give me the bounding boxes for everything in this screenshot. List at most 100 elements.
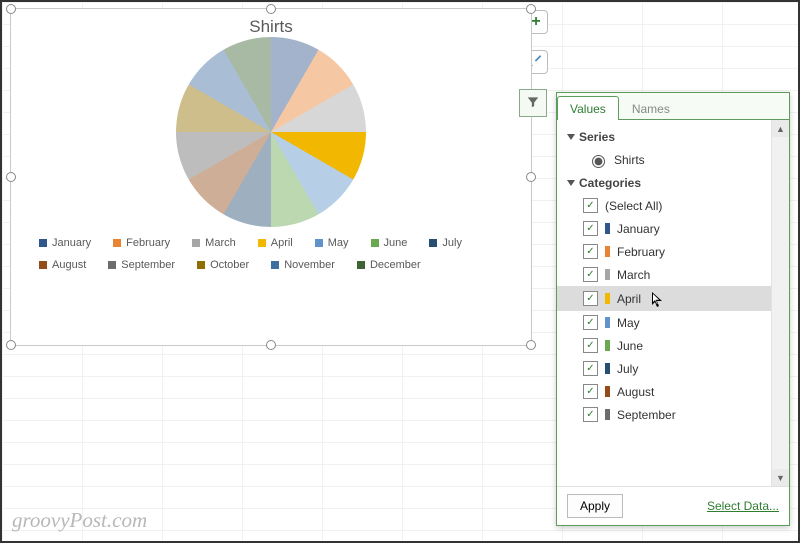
chart-legend[interactable]: January February March April May June July Augu… xyxy=(11,227,531,271)
legend-swatch xyxy=(108,261,116,269)
selection-handle[interactable] xyxy=(526,340,536,350)
legend-item[interactable]: April xyxy=(258,237,293,249)
filter-body: Series Shirts Categories ✓ (Select All) … xyxy=(557,120,789,486)
scroll-down-button[interactable]: ▼ xyxy=(772,469,789,486)
checkbox-icon[interactable]: ✓ xyxy=(583,315,598,330)
series-group-header[interactable]: Series xyxy=(557,126,772,148)
scrollbar[interactable]: ▲ ▼ xyxy=(771,120,789,486)
legend-label: February xyxy=(126,237,170,249)
legend-label: November xyxy=(284,259,335,271)
legend-swatch xyxy=(429,239,437,247)
category-swatch xyxy=(605,246,610,257)
selection-handle[interactable] xyxy=(526,172,536,182)
series-label: Series xyxy=(579,130,615,144)
series-option-shirts[interactable]: Shirts xyxy=(557,148,772,172)
selection-handle[interactable] xyxy=(526,4,536,14)
funnel-icon xyxy=(526,95,540,112)
category-swatch xyxy=(605,269,610,280)
category-item[interactable]: ✓ February xyxy=(557,240,772,263)
select-data-link[interactable]: Select Data... xyxy=(707,499,779,513)
selection-handle[interactable] xyxy=(266,4,276,14)
category-label: May xyxy=(617,316,640,330)
checkbox-icon[interactable]: ✓ xyxy=(583,338,598,353)
filter-footer: Apply Select Data... xyxy=(557,486,789,525)
chart-title[interactable]: Shirts xyxy=(11,17,531,37)
legend-swatch xyxy=(39,239,47,247)
categories-group-header[interactable]: Categories xyxy=(557,172,772,194)
legend-swatch xyxy=(192,239,200,247)
checkbox-icon[interactable]: ✓ xyxy=(583,244,598,259)
chevron-down-icon xyxy=(567,180,575,186)
category-item[interactable]: ✓June xyxy=(557,334,772,357)
scroll-up-button[interactable]: ▲ xyxy=(772,120,789,137)
category-label: February xyxy=(617,245,665,259)
legend-item[interactable]: September xyxy=(108,259,175,271)
category-item[interactable]: ✓ January xyxy=(557,217,772,240)
checkbox-icon[interactable]: ✓ xyxy=(583,361,598,376)
legend-item[interactable]: November xyxy=(271,259,335,271)
filter-tabs: Values Names xyxy=(557,93,789,120)
legend-swatch xyxy=(271,261,279,269)
category-item[interactable]: ✓ May xyxy=(557,311,772,334)
tab-values[interactable]: Values xyxy=(557,96,619,120)
checkbox-icon[interactable]: ✓ xyxy=(583,221,598,236)
selection-handle[interactable] xyxy=(266,340,276,350)
checkbox-icon[interactable]: ✓ xyxy=(583,198,598,213)
category-swatch xyxy=(605,340,610,351)
category-swatch xyxy=(605,363,610,374)
legend-label: June xyxy=(384,237,408,249)
pie-chart-object[interactable]: Shirts JanuaryFebruaryMarchAprilMayJuneJ… xyxy=(10,8,532,346)
chart-filter-panel: Values Names Series Shirts Categories ✓ … xyxy=(556,92,790,526)
category-item[interactable]: ✓March xyxy=(557,263,772,286)
legend-label: July xyxy=(442,237,462,249)
legend-item[interactable]: January xyxy=(39,237,91,249)
legend-item[interactable]: March xyxy=(192,237,236,249)
category-label: July xyxy=(617,362,638,376)
legend-item[interactable]: May xyxy=(315,237,349,249)
category-item[interactable]: ✓April xyxy=(557,286,772,311)
legend-item[interactable]: June xyxy=(371,237,408,249)
chart-filter-button[interactable] xyxy=(519,89,547,117)
legend-label: October xyxy=(210,259,249,271)
checkbox-icon[interactable]: ✓ xyxy=(583,407,598,422)
app-window: + Shirts January February March April May Jun… xyxy=(0,0,800,543)
legend-swatch xyxy=(197,261,205,269)
category-swatch xyxy=(605,386,610,397)
selection-handle[interactable] xyxy=(6,4,16,14)
legend-label: January xyxy=(52,237,91,249)
checkbox-icon[interactable]: ✓ xyxy=(583,267,598,282)
checkbox-icon[interactable]: ✓ xyxy=(583,384,598,399)
legend-label: December xyxy=(370,259,421,271)
pie-chart[interactable] xyxy=(176,37,366,227)
category-item[interactable]: ✓September xyxy=(557,403,772,426)
category-select-all[interactable]: ✓ (Select All) xyxy=(557,194,772,217)
legend-item[interactable]: October xyxy=(197,259,249,271)
legend-item[interactable]: February xyxy=(113,237,170,249)
category-item[interactable]: ✓ August xyxy=(557,380,772,403)
legend-item[interactable]: July xyxy=(429,237,462,249)
plus-icon: + xyxy=(531,13,540,31)
category-label: August xyxy=(617,385,654,399)
apply-button[interactable]: Apply xyxy=(567,494,623,518)
category-item[interactable]: ✓ July xyxy=(557,357,772,380)
legend-swatch xyxy=(357,261,365,269)
selection-handle[interactable] xyxy=(6,172,16,182)
legend-label: March xyxy=(205,237,236,249)
legend-label: May xyxy=(328,237,349,249)
category-swatch xyxy=(605,293,610,304)
watermark: groovyPost.com xyxy=(12,508,147,533)
series-option-label: Shirts xyxy=(614,153,645,167)
legend-item[interactable]: August xyxy=(39,259,86,271)
selection-handle[interactable] xyxy=(6,340,16,350)
tab-names[interactable]: Names xyxy=(619,96,683,120)
category-swatch xyxy=(605,223,610,234)
legend-swatch xyxy=(113,239,121,247)
legend-label: August xyxy=(52,259,86,271)
chevron-down-icon xyxy=(567,134,575,140)
radio-shirts[interactable] xyxy=(592,155,605,168)
category-swatch xyxy=(605,409,610,420)
category-label: January xyxy=(617,222,660,236)
legend-item[interactable]: December xyxy=(357,259,421,271)
cursor-icon xyxy=(652,292,665,309)
checkbox-icon[interactable]: ✓ xyxy=(583,291,598,306)
